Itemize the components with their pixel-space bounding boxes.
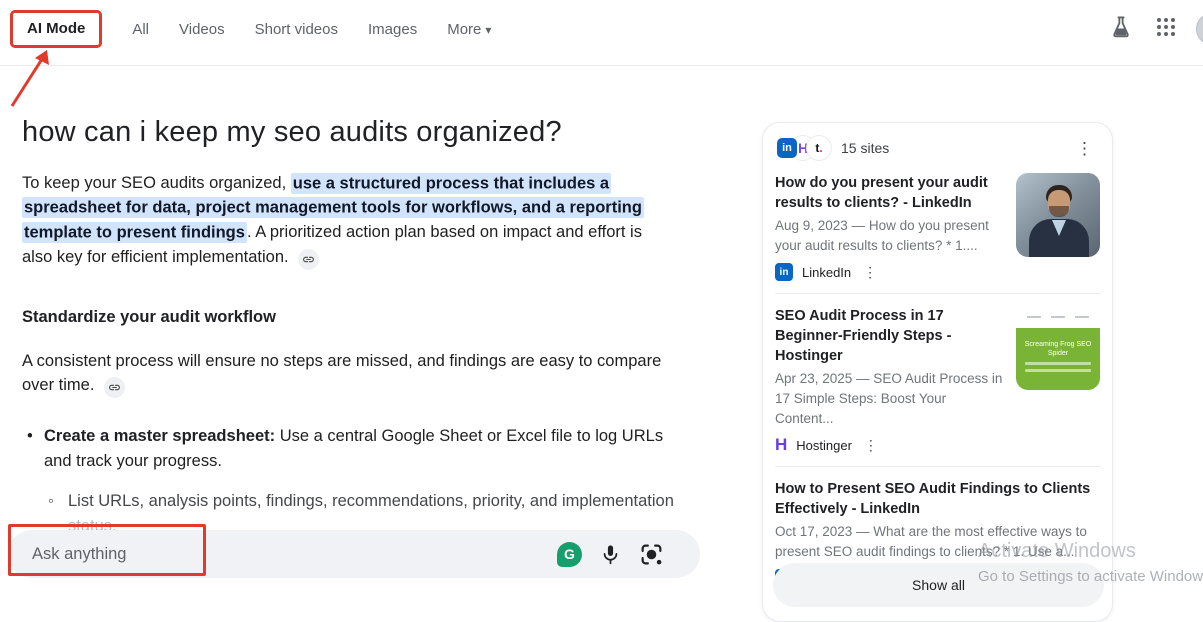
- source-overflow-menu-icon[interactable]: ⋮: [864, 437, 878, 454]
- ask-anything-input[interactable]: [8, 530, 557, 578]
- source-label: Hostinger: [796, 438, 852, 453]
- thumb-nav-bars: [1016, 306, 1100, 328]
- tab-more[interactable]: More ▾: [447, 21, 491, 38]
- tab-ai-mode[interactable]: AI Mode: [27, 20, 85, 37]
- google-lens-icon[interactable]: [639, 542, 664, 567]
- labs-flask-icon[interactable]: [1108, 14, 1134, 40]
- annotation-arrow: [6, 48, 54, 110]
- section-paragraph: A consistent process will ensure no step…: [22, 349, 676, 399]
- ai-answer-column: how can i keep my seo audits organized? …: [22, 116, 676, 538]
- card-divider: [775, 293, 1100, 294]
- tab-more-label: More: [447, 21, 481, 38]
- source-card-text: How do you present your audit results to…: [775, 173, 1004, 281]
- citation-link-icon[interactable]: [104, 377, 125, 398]
- bullet-lead: Create a master spreadsheet:: [44, 427, 275, 445]
- annotation-box-ai-mode: AI Mode: [10, 10, 102, 48]
- source-card-text: SEO Audit Process in 17 Beginner-Friendl…: [775, 306, 1004, 454]
- source-card: How do you present your audit results to…: [775, 173, 1100, 281]
- source-card: SEO Audit Process in 17 Beginner-Friendl…: [775, 306, 1100, 454]
- site-favicons-cluster: in H t.: [775, 136, 831, 160]
- page-title: how can i keep my seo audits organized?: [22, 116, 676, 149]
- thumb-beard-shape: [1049, 206, 1069, 217]
- source-label: LinkedIn: [802, 265, 851, 280]
- ask-bar-icons: G: [557, 542, 664, 567]
- source-thumbnail-article[interactable]: Screaming Frog SEO Spider: [1016, 306, 1100, 390]
- card-divider: [775, 466, 1100, 467]
- bullet-item: Create a master spreadsheet: Use a centr…: [22, 424, 676, 473]
- sub-bullet-text: List URLs, analysis points, findings, re…: [68, 492, 674, 510]
- thumb-caption: Screaming Frog SEO Spider: [1025, 341, 1092, 357]
- source-thumbnail-portrait[interactable]: [1016, 173, 1100, 257]
- answer-intro: To keep your SEO audits organized,: [22, 174, 291, 192]
- hostinger-icon: H: [775, 436, 787, 454]
- show-all-label: Show all: [912, 577, 965, 593]
- linkedin-favicon: in: [775, 136, 799, 160]
- sources-header: in H t. 15 sites ⋮: [775, 135, 1100, 161]
- source-overflow-menu-icon[interactable]: ⋮: [863, 264, 877, 281]
- source-row[interactable]: H Hostinger ⋮: [775, 436, 1004, 454]
- thumb-green-body: Screaming Frog SEO Spider: [1016, 328, 1100, 390]
- tab-images[interactable]: Images: [368, 21, 417, 38]
- sources-overflow-menu-icon[interactable]: ⋮: [1069, 138, 1100, 159]
- google-apps-grid-icon[interactable]: [1154, 15, 1178, 39]
- microphone-icon[interactable]: [599, 543, 622, 566]
- t-site-favicon: t.: [807, 136, 831, 160]
- answer-paragraph: To keep your SEO audits organized, use a…: [22, 171, 676, 270]
- grammarly-icon[interactable]: G: [557, 542, 582, 567]
- tab-short-videos[interactable]: Short videos: [255, 21, 338, 38]
- source-title[interactable]: How to Present SEO Audit Findings to Cli…: [775, 479, 1100, 519]
- source-snippet: Aug 9, 2023 — How do you present your au…: [775, 216, 1004, 256]
- source-snippet: Apr 23, 2025 — SEO Audit Process in 17 S…: [775, 369, 1004, 429]
- source-title[interactable]: SEO Audit Process in 17 Beginner-Friendl…: [775, 306, 1004, 366]
- nav-divider: [0, 65, 1203, 66]
- source-title[interactable]: How do you present your audit results to…: [775, 173, 1004, 213]
- results-nav: AI Mode All Videos Short videos Images M…: [10, 10, 491, 48]
- sites-count: 15 sites: [841, 140, 889, 156]
- source-row[interactable]: in LinkedIn ⋮: [775, 263, 1004, 281]
- source-snippet: Oct 17, 2023 — What are the most effecti…: [775, 522, 1100, 562]
- show-all-button[interactable]: Show all: [773, 563, 1104, 607]
- thumb-text-line: [1025, 369, 1091, 372]
- linkedin-icon: in: [775, 263, 793, 281]
- avatar[interactable]: [1196, 13, 1203, 45]
- ask-anything-bar: G: [8, 530, 700, 578]
- tab-all[interactable]: All: [132, 21, 149, 38]
- t-dot: .: [819, 141, 822, 155]
- sources-panel: in H t. 15 sites ⋮ How do you present yo…: [762, 122, 1113, 622]
- thumb-text-line: [1025, 362, 1091, 365]
- tab-videos[interactable]: Videos: [179, 21, 225, 38]
- section-heading: Standardize your audit workflow: [22, 308, 676, 327]
- chevron-down-icon: ▾: [485, 23, 491, 37]
- citation-link-icon[interactable]: [298, 249, 319, 270]
